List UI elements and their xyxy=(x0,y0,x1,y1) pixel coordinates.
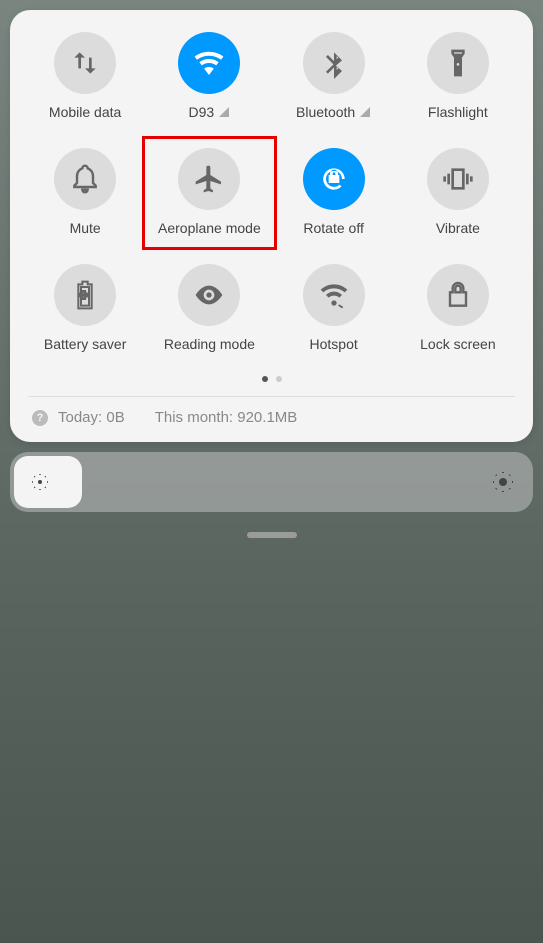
data-usage-row[interactable]: ? Today: 0B This month: 920.1MB xyxy=(28,409,515,426)
reading-mode-tile[interactable]: Reading mode xyxy=(152,264,266,352)
aeroplane-mode-tile[interactable]: Aeroplane mode xyxy=(152,148,266,236)
tile-label: Aeroplane mode xyxy=(158,220,261,236)
vibrate-icon xyxy=(427,148,489,210)
wifi-tile[interactable]: D93 xyxy=(152,32,266,120)
tile-label: Bluetooth xyxy=(296,104,371,120)
page-indicator xyxy=(28,376,515,382)
tile-label: Mobile data xyxy=(49,104,121,120)
signal-icon xyxy=(359,106,371,118)
tile-label: Reading mode xyxy=(164,336,255,352)
brightness-low-icon xyxy=(28,470,52,494)
tile-label: Vibrate xyxy=(436,220,480,236)
wifi-icon xyxy=(178,32,240,94)
mute-tile[interactable]: Mute xyxy=(28,148,142,236)
mobile-data-icon xyxy=(54,32,116,94)
hotspot-icon xyxy=(303,264,365,326)
brightness-high-icon xyxy=(491,470,515,494)
lock-icon xyxy=(427,264,489,326)
airplane-icon xyxy=(178,148,240,210)
info-icon: ? xyxy=(32,410,48,426)
page-dot xyxy=(262,376,268,382)
lock-screen-tile[interactable]: Lock screen xyxy=(401,264,515,352)
quick-settings-panel: Mobile data D93 Bluetooth Flas xyxy=(10,10,533,442)
bell-icon xyxy=(54,148,116,210)
battery-icon xyxy=(54,264,116,326)
eye-icon xyxy=(178,264,240,326)
tile-label: Hotspot xyxy=(310,336,358,352)
tile-label: Battery saver xyxy=(44,336,126,352)
mobile-data-tile[interactable]: Mobile data xyxy=(28,32,142,120)
brightness-slider[interactable] xyxy=(10,452,533,512)
rotate-lock-icon xyxy=(303,148,365,210)
rotate-tile[interactable]: Rotate off xyxy=(277,148,391,236)
tile-label: Rotate off xyxy=(303,220,363,236)
drag-handle[interactable] xyxy=(247,532,297,538)
battery-saver-tile[interactable]: Battery saver xyxy=(28,264,142,352)
hotspot-tile[interactable]: Hotspot xyxy=(277,264,391,352)
month-usage: This month: 920.1MB xyxy=(155,409,298,426)
flashlight-tile[interactable]: Flashlight xyxy=(401,32,515,120)
signal-icon xyxy=(218,106,230,118)
divider xyxy=(28,396,515,397)
bluetooth-icon xyxy=(303,32,365,94)
tile-label: Flashlight xyxy=(428,104,488,120)
today-usage: Today: 0B xyxy=(58,409,125,426)
tile-label: Lock screen xyxy=(420,336,495,352)
vibrate-tile[interactable]: Vibrate xyxy=(401,148,515,236)
tile-label: Mute xyxy=(70,220,101,236)
tile-label: D93 xyxy=(189,104,231,120)
flashlight-icon xyxy=(427,32,489,94)
page-dot xyxy=(276,376,282,382)
bluetooth-tile[interactable]: Bluetooth xyxy=(277,32,391,120)
tiles-grid: Mobile data D93 Bluetooth Flas xyxy=(28,32,515,352)
